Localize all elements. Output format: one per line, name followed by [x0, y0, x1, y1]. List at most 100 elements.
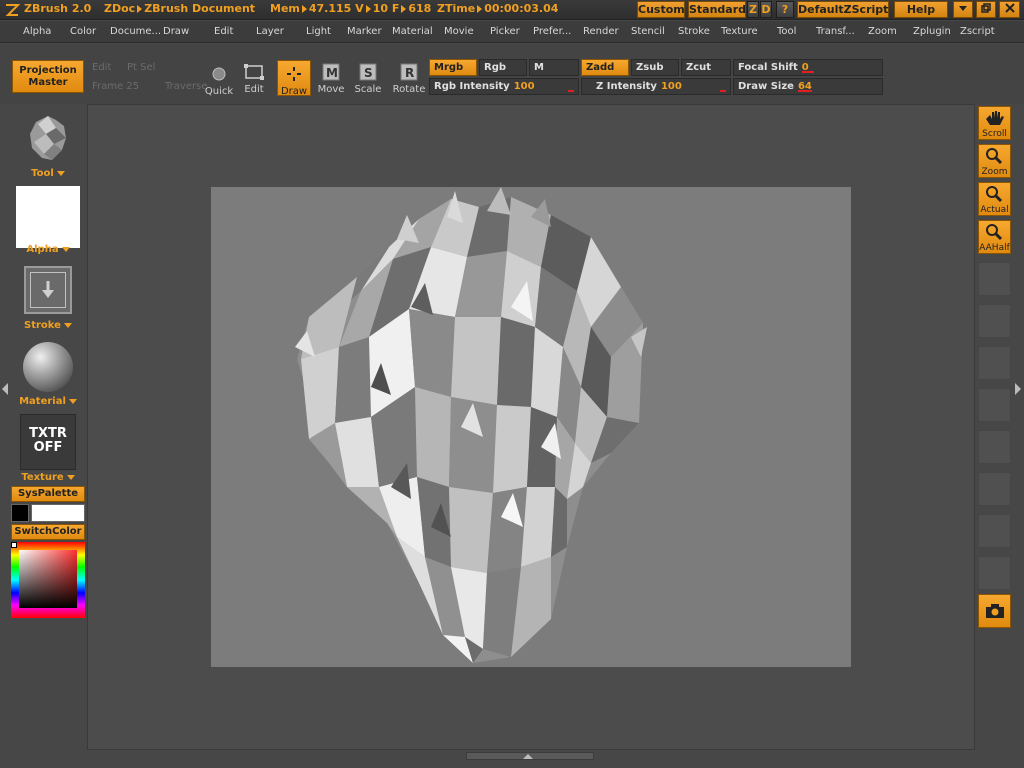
rgb-toggle[interactable]: Rgb — [479, 59, 527, 76]
menu-render[interactable]: Render — [583, 26, 619, 37]
color-picker-square[interactable] — [19, 550, 77, 608]
syspalette-button[interactable]: SysPalette — [11, 486, 85, 502]
help-question-button[interactable]: ? — [776, 1, 794, 18]
edit-frame-icon — [243, 62, 265, 82]
zoom-button[interactable]: Zoom — [978, 144, 1011, 178]
ztime-value: 00:00:03.04 — [484, 2, 559, 15]
menu-stencil[interactable]: Stencil — [631, 26, 665, 37]
stroke-thumbnail[interactable] — [24, 266, 72, 314]
f-label: F — [391, 2, 400, 15]
menu-material[interactable]: Material — [392, 26, 433, 37]
secondary-color-swatch[interactable] — [31, 504, 85, 522]
menu-stroke[interactable]: Stroke — [678, 26, 710, 37]
hand-icon — [979, 107, 1010, 129]
right-tray-arrow-icon[interactable] — [1015, 383, 1021, 395]
mrgb-toggle[interactable]: Mrgb — [429, 59, 477, 76]
actual-size-icon — [979, 183, 1010, 205]
texture-thumbnail[interactable]: TXTR OFF — [20, 414, 76, 470]
menu-transform[interactable]: Transf... — [816, 26, 855, 37]
scroll-button[interactable]: Scroll — [978, 106, 1011, 140]
menu-light[interactable]: Light — [306, 26, 331, 37]
snapshot-button[interactable] — [978, 594, 1011, 628]
actual-button[interactable]: Actual — [978, 182, 1011, 216]
sculpted-mesh[interactable] — [211, 187, 851, 667]
draw-size-slider[interactable]: Draw Size 64 — [733, 78, 883, 95]
custom-layout-button[interactable]: Custom — [637, 1, 685, 18]
stroke-palette-button[interactable]: Stroke — [8, 320, 88, 331]
switchcolor-button[interactable]: SwitchColor — [11, 524, 85, 540]
zsub-toggle[interactable]: Zsub — [631, 59, 679, 76]
menu-preferences[interactable]: Prefer... — [533, 26, 571, 37]
menu-picker[interactable]: Picker — [490, 26, 520, 37]
d-button[interactable]: D — [760, 1, 772, 18]
primary-color-swatch[interactable] — [11, 504, 29, 522]
menu-document[interactable]: Docume... — [110, 26, 161, 37]
menu-color[interactable]: Color — [70, 26, 96, 37]
chevron-down-icon — [68, 398, 77, 404]
menu-tool[interactable]: Tool — [777, 26, 796, 37]
menu-zplugin[interactable]: Zplugin — [913, 26, 951, 37]
ztime-label: ZTime — [437, 2, 476, 15]
z-intensity-slider[interactable]: Z Intensity 100 — [581, 78, 731, 95]
chevron-down-icon — [61, 246, 70, 252]
standard-layout-button[interactable]: Standard — [688, 1, 746, 18]
left-tray-arrow-icon[interactable] — [2, 383, 8, 395]
zadd-toggle[interactable]: Zadd — [581, 59, 629, 76]
rgb-intensity-label: Rgb Intensity — [434, 81, 510, 92]
svg-text:R: R — [405, 66, 414, 80]
stroke-dot-icon — [30, 272, 66, 308]
menu-zoom[interactable]: Zoom — [868, 26, 897, 37]
color-picker[interactable] — [11, 542, 85, 618]
menu-zscript[interactable]: Zscript — [960, 26, 995, 37]
menu-layer[interactable]: Layer — [256, 26, 284, 37]
menu-draw[interactable]: Draw — [163, 26, 189, 37]
color-picker-cursor[interactable] — [11, 542, 17, 548]
menu-marker[interactable]: Marker — [347, 26, 382, 37]
move-button[interactable]: M Move — [316, 62, 346, 95]
rgb-intensity-value: 100 — [513, 81, 535, 92]
restore-button[interactable] — [976, 1, 996, 18]
material-palette-button[interactable]: Material — [8, 396, 88, 407]
disabled-tray-button — [978, 472, 1011, 506]
alpha-thumbnail[interactable] — [16, 186, 80, 248]
draw-button[interactable]: Draw — [277, 60, 311, 97]
mem-value: 47.115 — [308, 2, 352, 15]
tool-palette-button[interactable]: Tool — [8, 168, 88, 179]
quick-button[interactable]: Quick — [204, 64, 234, 97]
material-sphere-thumbnail[interactable] — [23, 342, 73, 392]
chevron-down-icon — [66, 474, 75, 480]
zcut-toggle[interactable]: Zcut — [681, 59, 731, 76]
draw-crosshair-icon — [283, 64, 305, 84]
rgb-intensity-marker — [568, 90, 574, 92]
edit-label: Edit — [244, 84, 264, 95]
projection-master-button[interactable]: Projection Master — [12, 60, 84, 93]
m-toggle[interactable]: M — [529, 59, 579, 76]
alpha-palette-button[interactable]: Alpha — [8, 244, 88, 255]
menu-texture[interactable]: Texture — [721, 26, 758, 37]
edit-button[interactable]: Edit — [240, 62, 268, 95]
scale-button[interactable]: S Scale — [353, 62, 383, 95]
tool-thumbnail[interactable] — [26, 114, 70, 164]
camera-icon — [979, 595, 1010, 627]
aahalf-button[interactable]: AAHalf — [978, 220, 1011, 254]
document-breadcrumb[interactable]: ZDoc ZBrush Document — [104, 2, 255, 15]
texture-palette-button[interactable]: Texture — [8, 472, 88, 483]
close-button[interactable] — [999, 1, 1020, 18]
menu-movie[interactable]: Movie — [444, 26, 474, 37]
help-button[interactable]: Help — [894, 1, 948, 18]
arrow-right-icon — [477, 5, 483, 13]
mem-label: Mem — [270, 2, 300, 15]
menu-alpha[interactable]: Alpha — [23, 26, 51, 37]
focal-shift-slider[interactable]: Focal Shift 0 — [733, 59, 883, 76]
scale-s-icon: S — [357, 62, 379, 82]
chevron-down-icon — [959, 6, 967, 11]
rotate-button[interactable]: R Rotate — [392, 62, 426, 95]
rotate-label: Rotate — [392, 84, 426, 95]
default-zscript-button[interactable]: DefaultZScript — [797, 1, 889, 18]
rgb-intensity-slider[interactable]: Rgb Intensity 100 — [429, 78, 579, 95]
z-button[interactable]: Z — [747, 1, 759, 18]
menu-edit[interactable]: Edit — [214, 26, 233, 37]
document-canvas[interactable] — [211, 187, 851, 667]
minimize-button[interactable] — [953, 1, 973, 18]
bottom-tray-handle[interactable] — [466, 752, 594, 760]
